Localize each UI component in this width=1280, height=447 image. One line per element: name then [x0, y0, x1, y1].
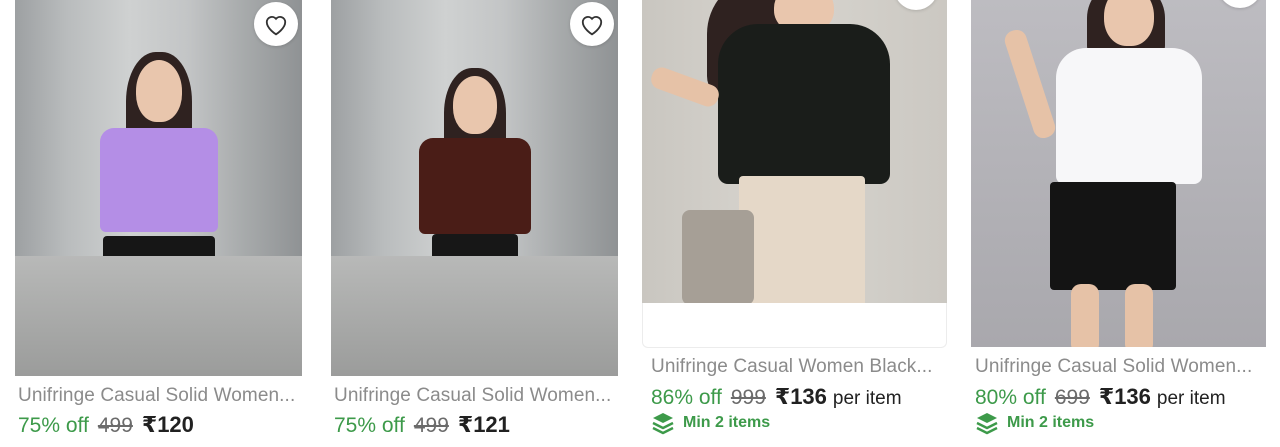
rating-badge: 3.9 — [232, 336, 288, 366]
product-title[interactable]: Unifringe Casual Solid Women... — [975, 356, 1252, 378]
min-quantity-note: Min 2 items — [975, 411, 1094, 435]
product-image[interactable]: 3.9 — [331, 0, 618, 376]
heart-outline-icon — [265, 16, 287, 36]
wishlist-button[interactable] — [570, 2, 614, 46]
product-image[interactable] — [642, 0, 947, 303]
product-title[interactable]: Unifringe Casual Women Black... — [651, 356, 933, 378]
sale-price: ₹136 — [1098, 384, 1151, 409]
min-quantity-note: Min 2 items — [651, 411, 770, 435]
sale-price: ₹120 — [141, 412, 194, 437]
sale-price: ₹136 — [774, 384, 827, 409]
rating-badge: 3.9 — [548, 336, 604, 366]
mrp-price: 499 — [97, 414, 133, 437]
discount-label: 75% off — [18, 414, 89, 437]
star-icon — [583, 345, 594, 357]
heart-outline-icon — [581, 16, 603, 36]
price-row: 75% off 499 ₹121 — [334, 412, 510, 438]
wishlist-button[interactable] — [254, 2, 298, 46]
product-image[interactable]: 3.9 — [15, 0, 302, 376]
star-icon — [267, 345, 278, 357]
discount-label: 75% off — [334, 414, 405, 437]
per-item-label: per item — [1156, 388, 1226, 409]
stack-layers-icon — [652, 413, 674, 435]
product-card[interactable]: Unifringe Casual Solid Women... 80% off … — [956, 0, 1280, 447]
product-card[interactable]: 3.9 Unifringe Casual Solid Women... 75% … — [316, 0, 632, 447]
product-bottom — [739, 176, 865, 303]
price-row: 80% off 699 ₹136 per item — [975, 384, 1226, 410]
product-bottom — [102, 236, 215, 324]
price-row: 75% off 499 ₹120 — [18, 412, 194, 438]
product-top — [418, 138, 531, 234]
product-card[interactable]: 3.9 Unifringe Casual Solid Women... 75% … — [0, 0, 316, 447]
discount-label: 80% off — [975, 386, 1046, 409]
product-top — [718, 24, 890, 184]
product-title[interactable]: Unifringe Casual Solid Women... — [334, 385, 611, 407]
product-top — [1056, 48, 1202, 184]
handbag — [682, 210, 754, 303]
model-face — [452, 76, 497, 134]
price-row: 86% off 999 ₹136 per item — [651, 384, 902, 410]
rating-value: 3.9 — [240, 342, 261, 360]
min-quantity-label: Min 2 items — [1007, 414, 1095, 431]
sale-price: ₹121 — [457, 412, 510, 437]
rating-value: 3.9 — [556, 342, 577, 360]
min-quantity-label: Min 2 items — [683, 414, 771, 431]
mrp-price: 999 — [730, 386, 766, 409]
product-bottom — [1050, 182, 1176, 290]
model-face — [135, 60, 182, 122]
mrp-price: 699 — [1054, 386, 1090, 409]
product-top — [99, 128, 218, 232]
product-title[interactable]: Unifringe Casual Solid Women... — [18, 385, 295, 407]
product-card[interactable]: Unifringe Casual Women Black... 86% off … — [632, 0, 956, 447]
product-image[interactable] — [971, 0, 1266, 347]
per-item-label: per item — [832, 388, 902, 409]
model-face — [1104, 0, 1154, 46]
mrp-price: 499 — [413, 414, 449, 437]
discount-label: 86% off — [651, 386, 722, 409]
product-bottom — [431, 234, 518, 300]
stack-layers-icon — [976, 413, 998, 435]
